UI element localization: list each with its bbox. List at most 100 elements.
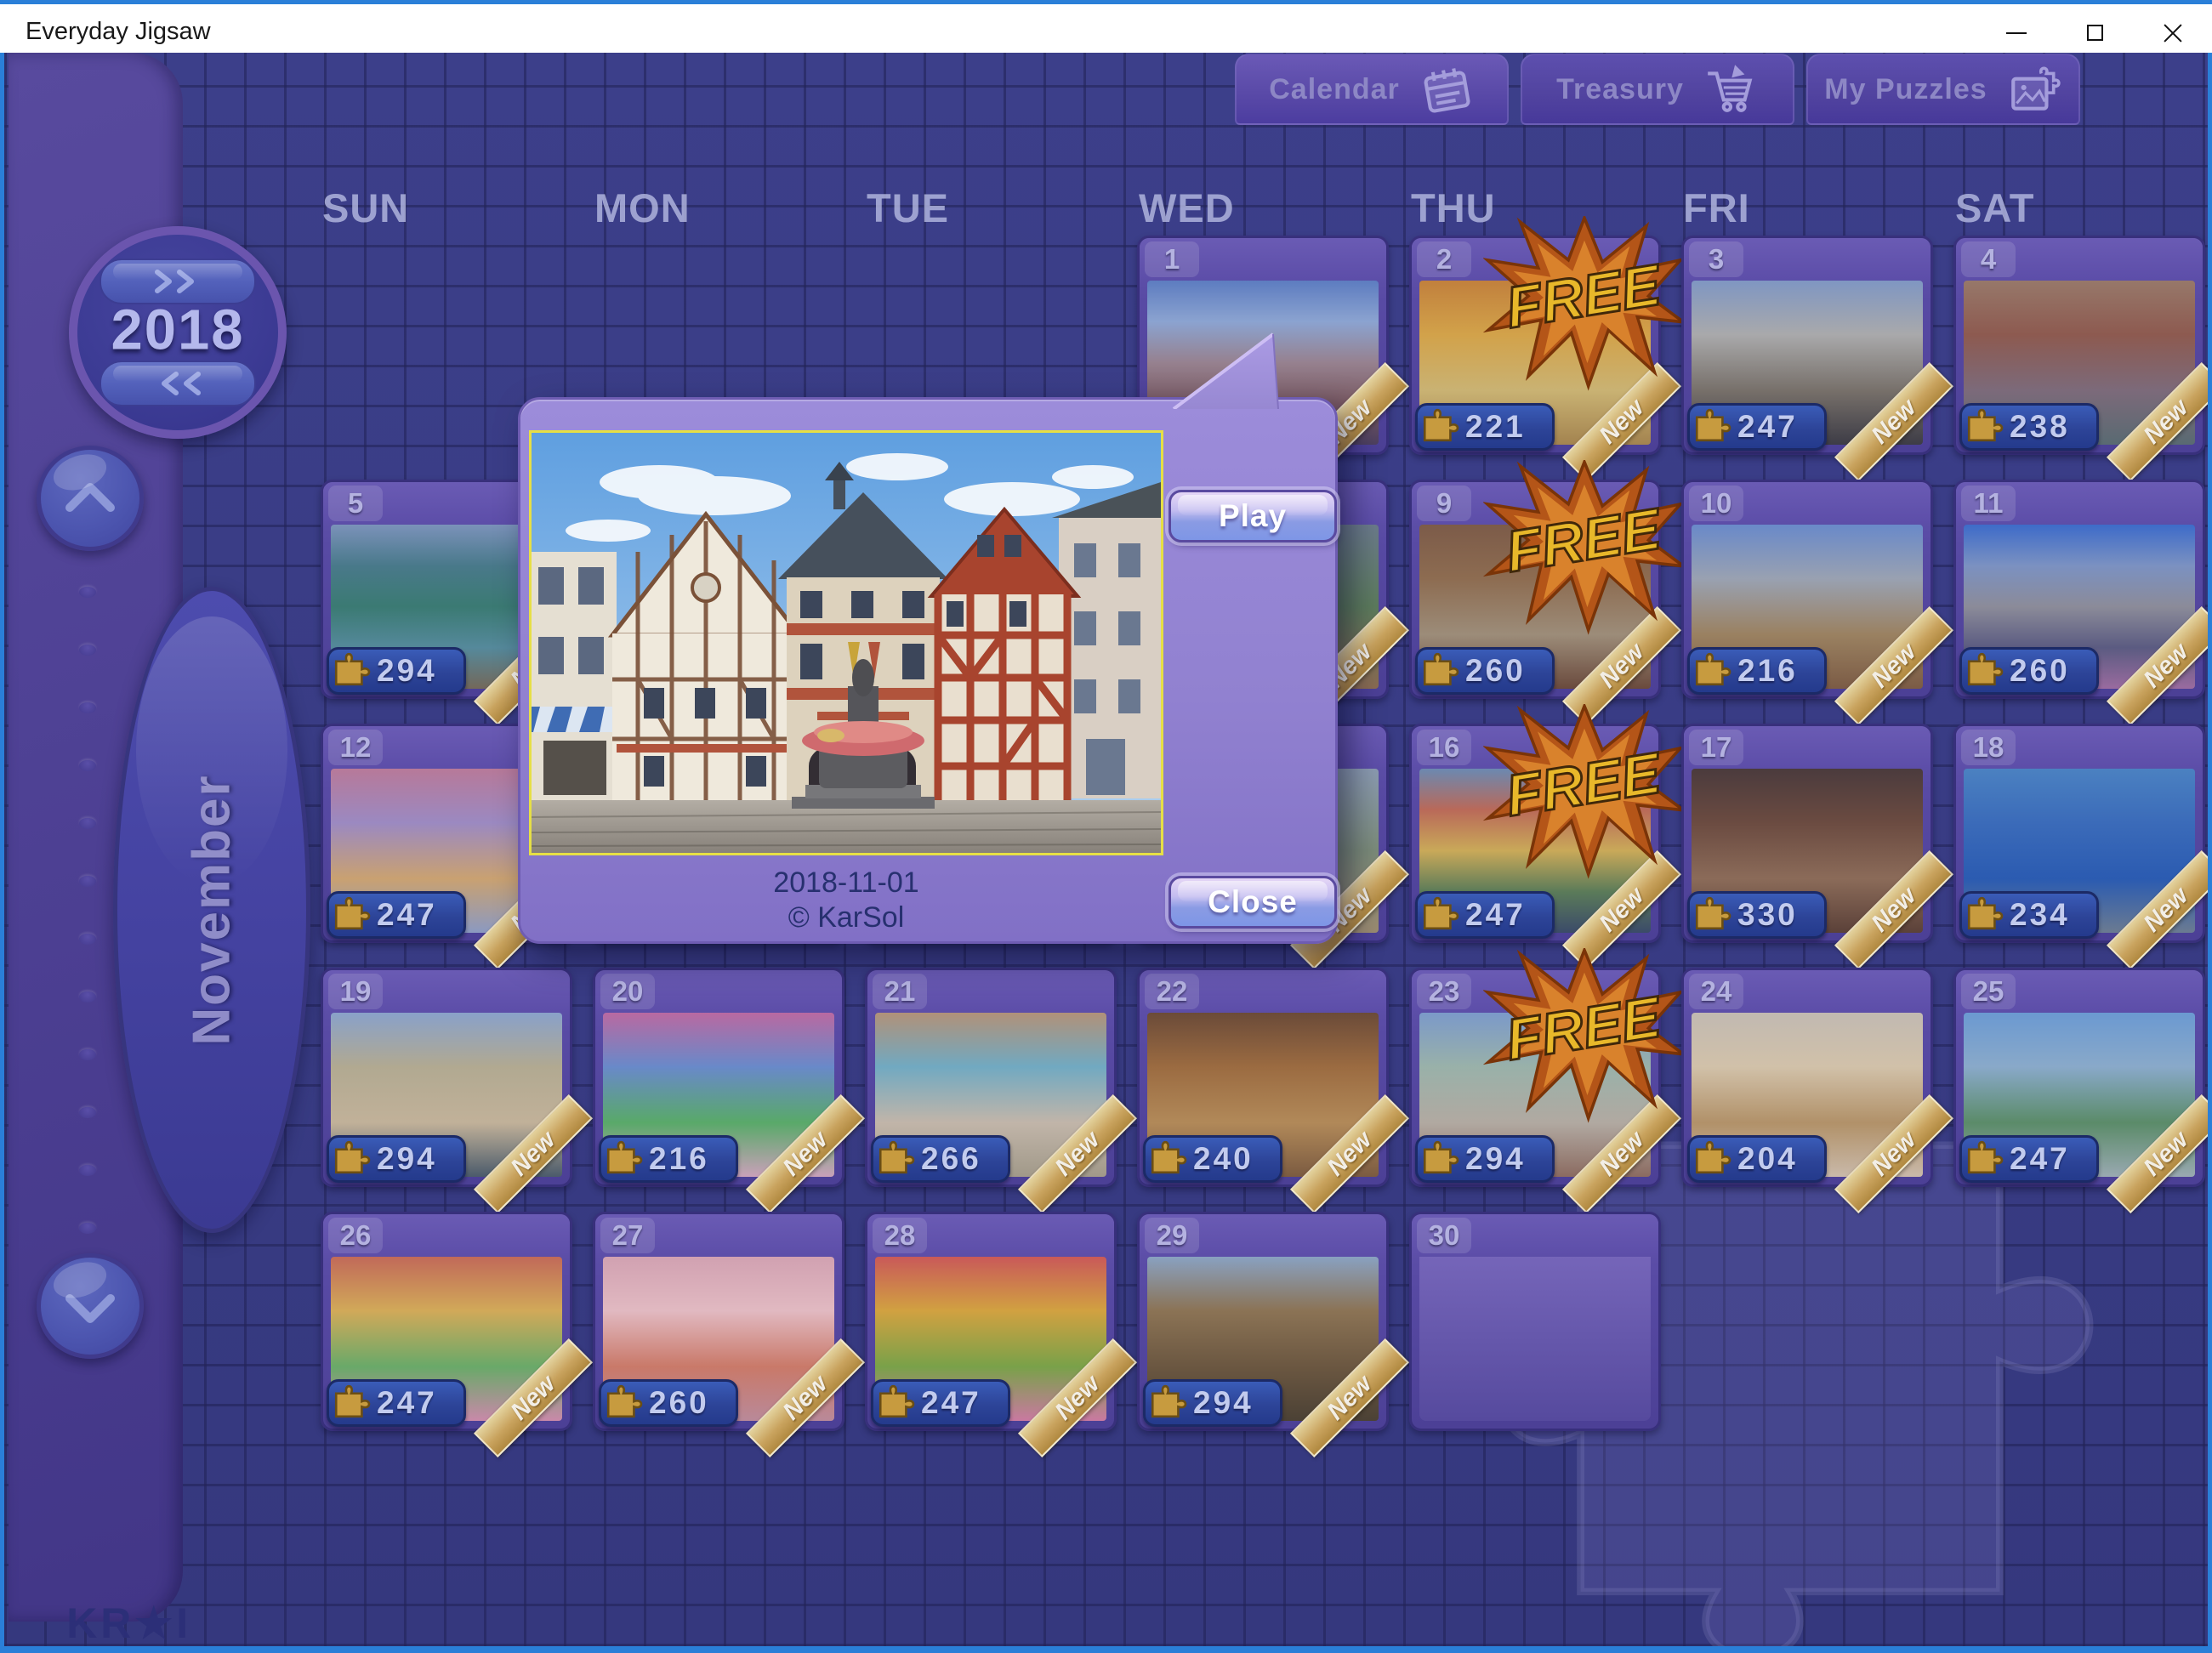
calendar-cell-day-20[interactable]: 20 New 216 [593,968,844,1187]
calendar-cell-day-27[interactable]: 27 New 260 [593,1212,844,1431]
calendar-cell-day-16[interactable]: 16 New 247 FREE [1409,724,1661,943]
calendar-cell-day-11[interactable]: 11 New 260 [1953,480,2205,699]
tab-calendar[interactable]: Calendar [1235,54,1509,125]
piece-count-badge: 221 [1415,403,1555,451]
month-label: November [182,774,242,1045]
calendar-cell-day-17[interactable]: 17 New 330 [1681,724,1933,943]
calendar-cell-day-24[interactable]: 24 New 204 [1681,968,1933,1187]
piece-count-badge: 247 [871,1379,1010,1427]
minimize-button[interactable] [1977,9,2056,57]
day-number: 25 [1961,974,2016,1009]
calendar-cell-day-26[interactable]: 26 New 247 [321,1212,572,1431]
puzzle-piece-icon [603,1377,647,1421]
town-square-scene [532,433,1161,853]
chevron-up-icon [41,450,139,547]
calendar-cell-day-25[interactable]: 25 New 247 [1953,968,2205,1187]
piece-count: 240 [1193,1141,1254,1177]
year-label: 2018 [77,297,278,362]
maximize-button[interactable] [2056,9,2134,57]
day-number: 18 [1961,730,2016,765]
day-number: 23 [1417,974,1471,1009]
piece-count-badge: 294 [1143,1379,1282,1427]
window-frame-left [0,0,4,1653]
scroll-track-dot [79,818,96,829]
year-selector: 2018 [69,226,287,439]
scroll-track-dot [79,1049,96,1060]
window-frame-right [2208,0,2212,1653]
piece-count-badge: 266 [871,1135,1010,1183]
close-icon [2163,23,2183,43]
day-number: 20 [600,974,655,1009]
calendar-cell-day-10[interactable]: 10 New 216 [1681,480,1933,699]
day-number: 10 [1689,486,1743,521]
piece-count: 247 [377,1385,437,1421]
puzzle-credit: © KarSol [529,900,1163,935]
puzzle-piece-icon [1147,1133,1191,1177]
piece-count: 247 [1465,897,1526,933]
piece-count: 238 [2010,409,2070,445]
puzzle-piece-icon [875,1377,919,1421]
calendar-cell-day-23[interactable]: 23 New 294 FREE [1409,968,1661,1187]
piece-count-badge: 247 [1415,891,1555,939]
day-number: 4 [1961,241,2016,277]
day-number: 1 [1145,241,1199,277]
puzzle-piece-icon [331,645,375,689]
day-number: 29 [1145,1218,1199,1253]
puzzle-preview-image [529,430,1163,855]
day-number: 2 [1417,241,1471,277]
piece-count: 294 [377,653,437,689]
previous-month-button[interactable] [37,446,144,551]
piece-count-badge: 247 [327,891,466,939]
piece-count: 260 [1465,653,1526,689]
scroll-track-dot [79,991,96,1003]
scroll-track-dot [79,934,96,945]
day-header-sat: SAT [1955,185,2035,231]
puzzle-piece-icon [603,1133,647,1177]
day-header-mon: MON [594,185,691,231]
calendar-cell-day-30[interactable]: 30 [1409,1212,1661,1431]
calendar-icon [1419,61,1475,117]
puzzle-preview-dialog: 2018-11-01 © KarSol Play Close [518,397,1338,944]
tab-my-puzzles-label: My Puzzles [1824,73,1987,106]
piece-count: 247 [2010,1141,2070,1177]
tab-calendar-label: Calendar [1269,73,1400,106]
piece-count-badge: 294 [1415,1135,1555,1183]
calendar-cell-day-9[interactable]: 9 New 260 FREE [1409,480,1661,699]
calendar-cell-day-18[interactable]: 18 New 234 [1953,724,2205,943]
puzzle-piece-icon [1419,1133,1464,1177]
day-number: 26 [328,1218,383,1253]
play-button[interactable]: Play [1169,490,1337,542]
maximize-icon [2087,25,2103,41]
piece-count-badge: 247 [1687,403,1827,451]
window-frame-bottom [0,1646,2212,1653]
calendar-cell-day-28[interactable]: 28 New 247 [865,1212,1117,1431]
month-bubble: November [113,587,310,1233]
puzzle-piece-icon [1692,1133,1736,1177]
calendar-cell-day-22[interactable]: 22 New 240 [1137,968,1389,1187]
piece-count: 204 [1737,1141,1798,1177]
day-number: 11 [1961,486,2016,521]
day-number: 27 [600,1218,655,1253]
close-button[interactable] [2134,9,2212,57]
close-dialog-button[interactable]: Close [1169,876,1337,929]
day-number: 22 [1145,974,1199,1009]
calendar-cell-day-2[interactable]: 2 New 221 FREE [1409,236,1661,455]
double-chevron-right-icon [151,269,205,294]
calendar-cell-day-4[interactable]: 4 New 238 [1953,236,2205,455]
day-number: 3 [1689,241,1743,277]
day-number: 19 [328,974,383,1009]
calendar-cell-day-29[interactable]: 29 New 294 [1137,1212,1389,1431]
next-month-button[interactable] [37,1253,144,1359]
calendar-cell-day-19[interactable]: 19 New 294 [321,968,572,1187]
calendar-cell-day-21[interactable]: 21 New 266 [865,968,1117,1187]
tab-my-puzzles[interactable]: My Puzzles [1806,54,2080,125]
tab-treasury[interactable]: Treasury [1521,54,1794,125]
puzzle-piece-icon [1964,889,2008,933]
window-title: Everyday Jigsaw [26,18,211,46]
piece-count: 247 [377,897,437,933]
puzzle-piece-icon [1692,645,1736,689]
piece-count: 260 [649,1385,709,1421]
previous-year-button[interactable] [100,361,256,406]
calendar-cell-day-3[interactable]: 3 New 247 [1681,236,1933,455]
day-number: 16 [1417,730,1471,765]
